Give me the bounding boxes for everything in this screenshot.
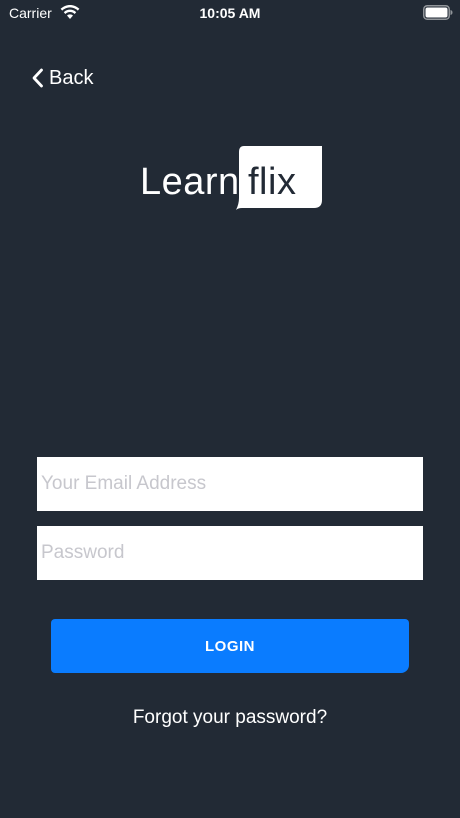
logo-word: Learn <box>140 161 240 203</box>
learnflix-logo: Learn flix <box>140 146 322 210</box>
email-field[interactable] <box>37 457 423 511</box>
forgot-password-link[interactable]: Forgot your password? <box>0 707 460 729</box>
login-button[interactable]: LOGIN <box>51 619 409 673</box>
back-label: Back <box>49 66 94 89</box>
logo-badge-word: flix <box>248 161 297 203</box>
password-field[interactable] <box>37 526 423 580</box>
battery-icon <box>423 5 453 20</box>
status-bar: Carrier 10:05 AM <box>0 0 460 26</box>
status-time: 10:05 AM <box>199 5 261 21</box>
chevron-left-icon <box>32 68 43 88</box>
back-button[interactable]: Back <box>31 64 93 92</box>
